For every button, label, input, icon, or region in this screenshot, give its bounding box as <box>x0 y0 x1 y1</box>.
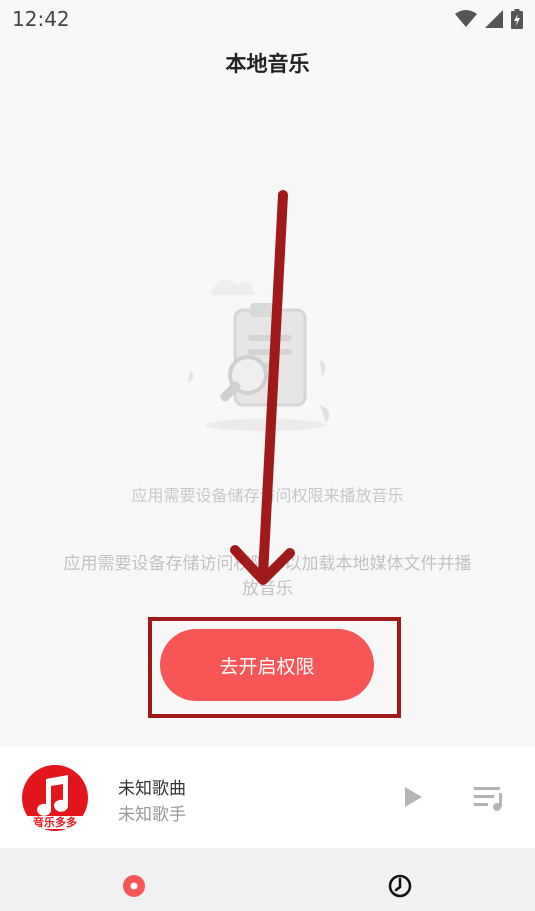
wifi-icon <box>455 10 477 27</box>
status-bar: 12:42 <box>0 0 535 38</box>
play-icon <box>405 787 422 807</box>
bottom-nav <box>0 848 535 911</box>
page-title: 本地音乐 <box>225 52 310 76</box>
tab-recent[interactable] <box>386 872 414 900</box>
battery-charging-icon <box>511 9 523 29</box>
status-time: 12:42 <box>12 7 70 31</box>
document-search-icon <box>188 279 330 431</box>
album-art-label: 音乐多多 <box>22 816 88 829</box>
music-disc-icon <box>123 875 145 897</box>
song-artist: 未知歌手 <box>118 805 186 825</box>
status-icons <box>455 9 523 29</box>
song-title: 未知歌曲 <box>118 779 186 799</box>
album-art[interactable]: 音乐多多 <box>22 765 88 831</box>
playlist-icon <box>474 787 502 811</box>
cellular-signal-icon <box>485 10 503 28</box>
permission-caption: 应用需要设备储存访问权限来播放音乐 <box>131 486 404 505</box>
tab-local-music[interactable] <box>120 872 148 900</box>
mini-player[interactable]: 音乐多多 未知歌曲 未知歌手 <box>0 746 535 848</box>
recent-icon <box>388 874 412 898</box>
permission-description: 应用需要设备存储访问权限，以加载本地媒体文件并播放音乐 <box>63 554 472 599</box>
enable-permission-button[interactable]: 去开启权限 <box>160 629 374 701</box>
playlist-button[interactable] <box>472 782 508 812</box>
play-button[interactable] <box>398 782 428 812</box>
